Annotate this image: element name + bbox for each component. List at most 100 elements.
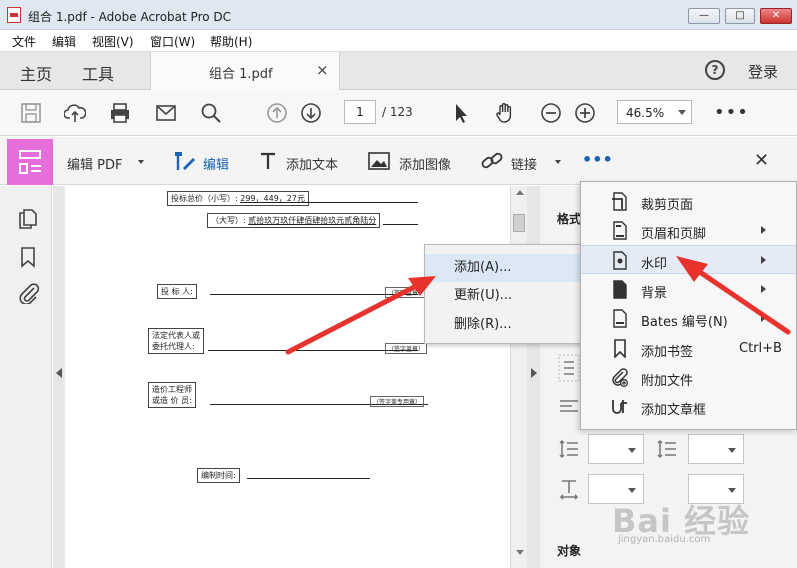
menu-item-crop-pages[interactable]: 裁剪页面 xyxy=(581,187,796,216)
menu-edit[interactable]: 编辑 xyxy=(52,33,76,50)
close-edit-toolbar-icon[interactable]: ✕ xyxy=(754,150,769,171)
edit-text-icon[interactable] xyxy=(173,150,197,172)
menu-item-attach-file[interactable]: 附加文件 xyxy=(581,363,796,392)
login-link[interactable]: 登录 xyxy=(748,61,778,82)
left-nav-panel xyxy=(0,186,52,568)
attachment-icon[interactable] xyxy=(18,282,40,304)
crop-icon xyxy=(612,192,627,211)
tab-document[interactable]: 组合 1.pdf × xyxy=(150,52,340,90)
object-header: 对象 xyxy=(557,544,582,558)
menu-help[interactable]: 帮助(H) xyxy=(210,33,252,50)
chevron-right-icon xyxy=(761,285,766,293)
paragraph-spacing-select[interactable] xyxy=(688,434,744,464)
left-collapse-handle[interactable] xyxy=(53,186,65,568)
menu-file[interactable]: 文件 xyxy=(12,33,36,50)
cost-engineer-label: 造价工程师 或造 价 员: xyxy=(148,382,196,408)
edit-pdf-dropdown[interactable]: 编辑 PDF xyxy=(67,154,122,173)
format-header: 格式 xyxy=(557,212,582,226)
menu-item-header-footer[interactable]: 页眉和页脚 xyxy=(581,216,796,245)
maximize-button[interactable]: □ xyxy=(725,8,755,24)
watermark-submenu: 添加(A)... 更新(U)... 删除(R)... xyxy=(424,244,581,344)
main-toolbar: 1 / 123 46.5% ••• xyxy=(0,90,797,136)
zoom-in-icon[interactable] xyxy=(574,102,596,124)
chevron-right-icon xyxy=(761,314,766,322)
link-icon[interactable] xyxy=(481,151,503,171)
more-tools-menu: 裁剪页面 页眉和页脚 水印 背景 Bates 编号(N) 添加书签 Ctrl+B… xyxy=(580,181,797,430)
acrobat-app-icon xyxy=(7,7,21,23)
chevron-down-icon xyxy=(555,160,561,164)
title-bar: 组合 1.pdf - Adobe Acrobat Pro DC — □ ✕ xyxy=(0,0,797,30)
document-tab-label: 组合 1.pdf xyxy=(209,67,273,82)
edit-pdf-tool-icon[interactable] xyxy=(7,139,53,185)
watermark-remove-item[interactable]: 删除(R)... xyxy=(425,311,580,339)
menu-view[interactable]: 视图(V) xyxy=(92,33,134,50)
close-tab-icon[interactable]: × xyxy=(316,61,329,79)
scroll-down-icon[interactable] xyxy=(516,550,524,555)
chevron-right-icon xyxy=(531,368,537,378)
tab-home[interactable]: 主页 xyxy=(20,61,52,85)
page-thumbnails-icon[interactable] xyxy=(18,208,38,230)
paragraph-spacing-icon[interactable] xyxy=(656,438,678,460)
tab-tools[interactable]: 工具 xyxy=(82,61,114,85)
align-left-icon[interactable] xyxy=(558,398,580,416)
add-image-button[interactable]: 添加图像 xyxy=(399,154,451,173)
more-options-icon[interactable]: ••• xyxy=(714,102,749,123)
line-spacing-icon[interactable] xyxy=(558,438,580,460)
select-cursor-icon[interactable] xyxy=(450,102,472,124)
article-icon xyxy=(612,400,627,414)
character-scale-icon[interactable] xyxy=(558,478,580,500)
prep-time-label: 编制时间: xyxy=(197,468,240,483)
close-window-button[interactable]: ✕ xyxy=(760,8,792,24)
header-footer-icon xyxy=(613,221,627,240)
previous-page-icon[interactable] xyxy=(266,102,288,124)
watermark-add-item[interactable]: 添加(A)... xyxy=(425,254,580,282)
attach-icon xyxy=(612,368,628,387)
bid-total-box: 投标总价（小写）: 299，449，27元 xyxy=(167,191,309,206)
next-page-icon[interactable] xyxy=(300,102,322,124)
add-text-button[interactable]: 添加文本 xyxy=(286,154,338,173)
zoom-value: 46.5% xyxy=(626,106,665,120)
add-image-icon[interactable] xyxy=(368,152,390,170)
shortcut-ctrl-b: Ctrl+B xyxy=(739,341,782,356)
watermark-icon xyxy=(613,251,627,270)
cost-engineer-seal: （签字盖专用章） xyxy=(370,396,425,407)
bates-icon xyxy=(613,309,627,328)
email-icon[interactable] xyxy=(155,102,177,124)
link-button[interactable]: 链接 xyxy=(511,154,537,173)
save-icon[interactable] xyxy=(20,102,42,124)
menu-item-bates-numbering[interactable]: Bates 编号(N) xyxy=(581,304,796,333)
line-spacing-select[interactable] xyxy=(588,434,644,464)
legal-rep-label: 法定代表人或 委托代理人: xyxy=(148,328,204,354)
cloud-upload-icon[interactable] xyxy=(64,102,86,124)
menu-item-background[interactable]: 背景 xyxy=(581,275,796,304)
bid-total-upper-box: （大写）: 贰拾玖万玖仟肆佰肆拾玖元贰角陆分 xyxy=(207,213,381,228)
list-icon[interactable] xyxy=(558,354,580,382)
more-tools-icon[interactable]: ••• xyxy=(582,150,613,169)
edit-button[interactable]: 编辑 xyxy=(203,154,229,173)
scroll-up-icon[interactable] xyxy=(516,190,524,195)
page-number-input[interactable]: 1 xyxy=(344,100,376,124)
add-text-icon[interactable] xyxy=(259,151,277,171)
bookmark-icon[interactable] xyxy=(20,246,36,268)
watermark-update-item[interactable]: 更新(U)... xyxy=(425,282,580,310)
search-icon[interactable] xyxy=(200,102,222,124)
bidder-label: 投 标 人: xyxy=(157,284,197,299)
menu-bar: 文件 编辑 视图(V) 窗口(W) 帮助(H) xyxy=(0,30,797,52)
menu-item-add-bookmark[interactable]: 添加书签 Ctrl+B xyxy=(581,334,796,363)
tab-bar: 主页 工具 组合 1.pdf × ? 登录 xyxy=(0,52,797,90)
legal-rep-seal: （签字盖章） xyxy=(385,343,428,354)
zoom-select[interactable]: 46.5% xyxy=(617,100,692,124)
bookmark-icon xyxy=(614,339,626,358)
menu-window[interactable]: 窗口(W) xyxy=(150,33,195,50)
zoom-out-icon[interactable] xyxy=(540,102,562,124)
help-icon[interactable]: ? xyxy=(705,60,725,80)
hand-tool-icon[interactable] xyxy=(494,102,516,124)
menu-item-add-article-box[interactable]: 添加文章框 xyxy=(581,392,796,421)
page-total: / 123 xyxy=(382,105,413,119)
minimize-button[interactable]: — xyxy=(688,8,720,24)
scrollbar-thumb[interactable] xyxy=(513,214,525,232)
print-icon[interactable] xyxy=(109,102,131,124)
chevron-right-icon xyxy=(761,226,766,234)
menu-item-watermark[interactable]: 水印 xyxy=(581,245,796,274)
background-icon xyxy=(613,280,627,299)
